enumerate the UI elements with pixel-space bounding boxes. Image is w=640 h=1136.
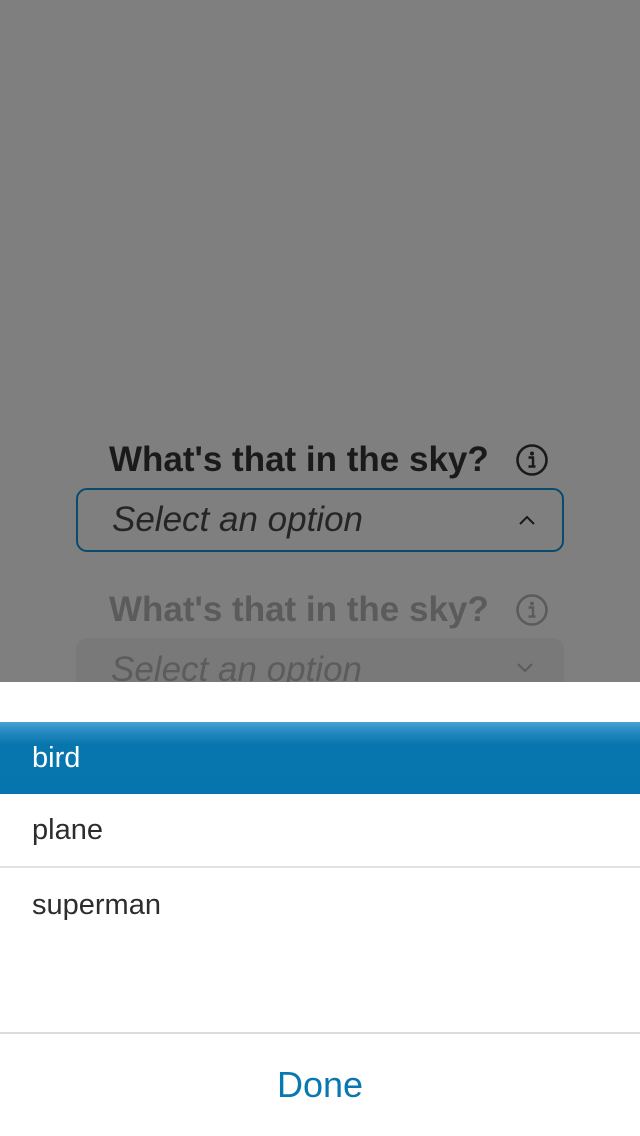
info-icon[interactable] <box>515 443 549 477</box>
select-placeholder: Select an option <box>111 650 363 682</box>
picker-sheet: bird plane superman Done <box>0 682 640 1136</box>
info-icon <box>516 594 548 626</box>
field-label: What's that in the sky? <box>109 440 489 479</box>
option-bird[interactable]: bird <box>0 722 640 794</box>
sky-select-disabled: Select an option <box>76 638 564 682</box>
chevron-up-icon <box>519 515 535 525</box>
screen: What's that in the sky? Select an option… <box>0 0 640 1136</box>
option-plane[interactable]: plane <box>0 794 640 868</box>
field-label-secondary: What's that in the sky? <box>109 590 489 629</box>
option-superman[interactable]: superman <box>0 868 640 942</box>
option-list: bird plane superman <box>0 722 640 942</box>
chevron-down-icon <box>517 663 533 673</box>
sky-select-open[interactable]: Select an option <box>76 488 564 552</box>
dimmed-form-backdrop[interactable]: What's that in the sky? Select an option… <box>0 0 640 682</box>
select-placeholder: Select an option <box>112 500 364 539</box>
done-button[interactable]: Done <box>0 1034 640 1136</box>
picker-footer: Done <box>0 1032 640 1136</box>
